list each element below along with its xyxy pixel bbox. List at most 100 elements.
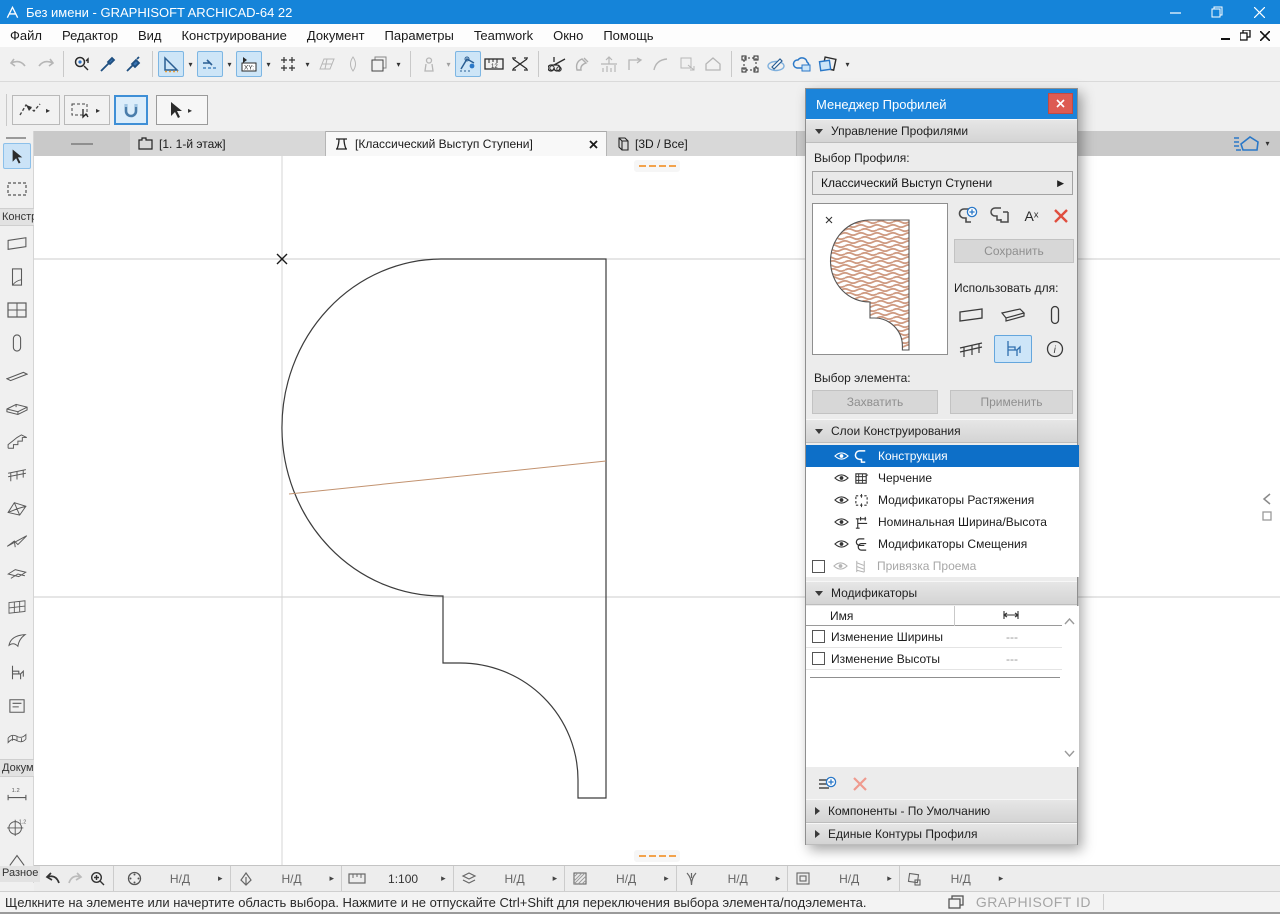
cloud-sync-icon[interactable] (789, 51, 815, 77)
renovation-filter-icon[interactable] (815, 51, 841, 77)
tool-column[interactable] (3, 330, 31, 356)
section-contours[interactable]: Единые Контуры Профиля (806, 823, 1077, 845)
roof-wizard-icon[interactable] (700, 51, 726, 77)
edit-profile-icon[interactable] (737, 51, 763, 77)
toolbox-group-document[interactable]: Докум (0, 759, 34, 777)
quick-scale[interactable]: 1:100 ▸ (342, 866, 454, 892)
layer-row-nominal-size[interactable]: Номинальная Ширина/Высота (806, 511, 1079, 533)
delete-profile-button[interactable] (1047, 203, 1074, 229)
minimize-icon[interactable] (1154, 0, 1196, 24)
set-square-dropdown-icon[interactable]: ▾ (184, 51, 197, 77)
use-for-info-icon[interactable]: i (1036, 335, 1074, 363)
mdi-restore-icon[interactable] (1238, 30, 1252, 42)
align-icon[interactable] (596, 51, 622, 77)
tool-curtain-wall[interactable] (3, 594, 31, 620)
arrow-tool-dropdown-icon[interactable]: ▸ (184, 96, 197, 124)
split-icon[interactable] (544, 51, 570, 77)
eye-icon[interactable] (834, 539, 854, 549)
quick-options-house-icon[interactable] (1233, 135, 1259, 152)
eye-icon[interactable] (833, 561, 853, 571)
tool-marquee[interactable] (3, 176, 31, 202)
tool-mesh[interactable] (3, 726, 31, 752)
intersect-icon[interactable] (507, 51, 533, 77)
save-profile-button[interactable]: Сохранить (954, 239, 1074, 263)
use-for-wall-icon[interactable] (952, 301, 990, 329)
menu-help[interactable]: Помощь (593, 25, 663, 46)
toolbox-group-misc[interactable]: Разное (0, 866, 40, 882)
quick-plumb[interactable]: Н/Д ▸ (677, 866, 789, 892)
menu-edit[interactable]: Редактор (52, 25, 128, 46)
snap-grid-icon[interactable] (275, 51, 301, 77)
scroll-down-icon[interactable] (1064, 750, 1075, 757)
zoom-in-icon[interactable] (86, 871, 108, 886)
quick-layers[interactable]: Н/Д ▸ (454, 866, 566, 892)
quick-options-dropdown-icon[interactable]: ▾ (1261, 131, 1274, 157)
arrow-tool-button[interactable]: ▸ (156, 95, 208, 125)
zoom-back-icon[interactable] (42, 872, 64, 886)
tabbar-grip[interactable] (34, 131, 130, 156)
tool-morph[interactable] (3, 627, 31, 653)
tool-wall[interactable] (3, 231, 31, 257)
profile-select-dropdown[interactable]: Классический Выступ Ступени ▶ (812, 171, 1073, 195)
section-modifiers[interactable]: Модификаторы (806, 581, 1077, 605)
tool-slab[interactable] (3, 396, 31, 422)
set-square-icon[interactable] (158, 51, 184, 77)
section-manage-profiles[interactable]: Управление Профилями (806, 119, 1077, 143)
modifier-checkbox[interactable] (812, 630, 825, 643)
eye-icon[interactable] (834, 495, 854, 505)
delete-modifier-button[interactable] (846, 771, 873, 797)
quick-model-view[interactable]: Н/Д ▸ (788, 866, 900, 892)
add-modifier-button[interactable] (814, 771, 841, 797)
quick-overrides[interactable]: Н/Д ▸ (565, 866, 677, 892)
menu-teamwork[interactable]: Teamwork (464, 25, 543, 46)
adjust-icon[interactable] (570, 51, 596, 77)
measure-icon[interactable]: 12 (481, 51, 507, 77)
toolbox-group-construct[interactable]: Констр (0, 208, 34, 226)
element-snap-icon[interactable] (455, 51, 481, 77)
magnet-toggle-button[interactable] (114, 95, 148, 125)
duplicate-profile-button[interactable] (986, 203, 1013, 229)
use-for-beam-icon[interactable] (994, 301, 1032, 329)
rotated-plane-icon[interactable] (340, 51, 366, 77)
menu-design[interactable]: Конструирование (171, 25, 296, 46)
apply-button[interactable]: Применить (950, 390, 1073, 414)
pick-up-parameters-icon[interactable] (95, 51, 121, 77)
toolbox-grip[interactable] (6, 137, 26, 139)
tab-profile-editor[interactable]: [Классический Выступ Ступени] (326, 131, 607, 156)
tool-shell[interactable] (3, 528, 31, 554)
eye-icon[interactable] (834, 517, 854, 527)
layer-row-opening-reference[interactable]: Привязка Проема (806, 555, 1079, 577)
drawing-canvas[interactable] (34, 156, 1280, 865)
freehand-annotate-icon[interactable] (763, 51, 789, 77)
quick-renovation[interactable]: Н/Д ▸ (900, 866, 1011, 892)
section-components[interactable]: Компоненты - По Умолчанию (806, 799, 1077, 823)
modify-path-dropdown-icon[interactable]: ▸ (42, 96, 55, 124)
modifier-row-width[interactable]: Изменение Ширины --- (806, 626, 1062, 648)
dialog-close-button[interactable] (1048, 93, 1073, 114)
section-construction-layers[interactable]: Слои Конструирования (806, 419, 1077, 443)
tool-stair[interactable] (3, 429, 31, 455)
use-for-railing-icon[interactable] (952, 335, 990, 363)
eye-icon[interactable] (834, 473, 854, 483)
layer-checkbox[interactable] (812, 560, 825, 573)
skewed-grid-icon[interactable] (314, 51, 340, 77)
eye-icon[interactable] (834, 451, 854, 461)
snap-grid-dropdown-icon[interactable]: ▾ (301, 51, 314, 77)
modifier-row-height[interactable]: Изменение Высоты --- (806, 648, 1062, 670)
layer-row-offset-modifiers[interactable]: Модификаторы Смещения (806, 533, 1079, 555)
restore-icon[interactable] (1196, 0, 1238, 24)
fillet-icon[interactable] (648, 51, 674, 77)
tabbar-reveal-handle[interactable] (634, 160, 680, 172)
onion-skin-dropdown-icon[interactable]: ▾ (392, 51, 405, 77)
canvas-side-handle[interactable] (1260, 490, 1274, 524)
inject-parameters-icon[interactable] (121, 51, 147, 77)
undo-icon[interactable] (6, 51, 32, 77)
tab-close-icon[interactable] (589, 140, 598, 149)
tool-object[interactable] (3, 660, 31, 686)
guide-lines-icon[interactable] (197, 51, 223, 77)
marquee-select-dropdown-icon[interactable]: ▸ (92, 96, 105, 124)
menu-options[interactable]: Параметры (375, 25, 464, 46)
onion-skin-icon[interactable] (366, 51, 392, 77)
resize-icon[interactable] (674, 51, 700, 77)
tab-floorplan[interactable]: [1. 1-й этаж] (130, 131, 326, 156)
